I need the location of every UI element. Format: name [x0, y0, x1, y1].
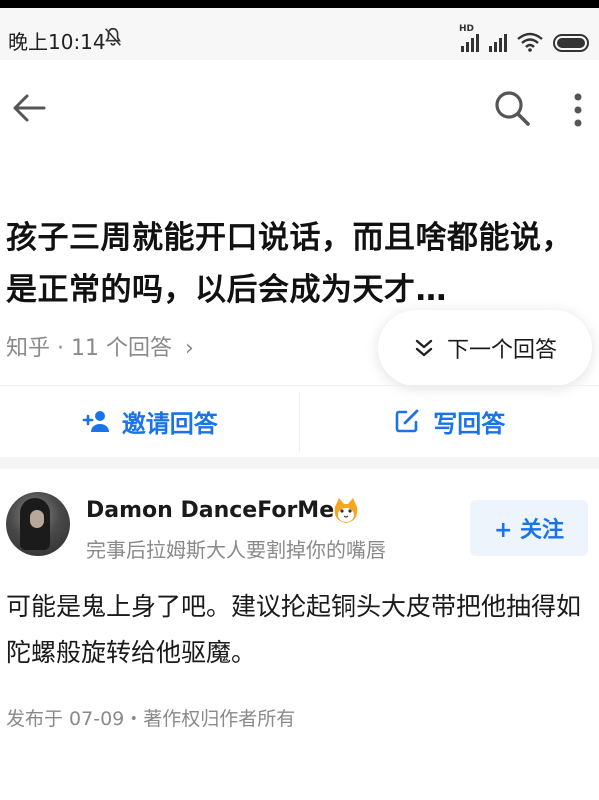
cat-badge-icon	[334, 498, 358, 523]
answer-content[interactable]: 可能是鬼上身了吧。建议抡起铜头大皮带把他抽得如陀螺般旋转给他驱魔。	[6, 584, 591, 676]
back-arrow-icon[interactable]	[10, 88, 50, 128]
more-vertical-icon[interactable]	[560, 90, 596, 130]
search-icon[interactable]	[492, 88, 532, 128]
next-answer-label: 下一个回答	[446, 338, 557, 363]
write-answer-button[interactable]: 写回答	[300, 385, 599, 457]
edit-icon	[395, 409, 419, 433]
section-gap	[0, 457, 599, 469]
invite-answer-button[interactable]: 邀请回答	[0, 385, 300, 457]
status-time: 晚上10:14	[8, 30, 106, 54]
author-bio: 完事后拉姆斯大人要割掉你的嘴唇	[86, 538, 386, 562]
wifi-icon	[517, 32, 543, 52]
signal-icon	[489, 34, 507, 52]
avatar[interactable]	[6, 492, 70, 556]
hd-label: HD	[459, 24, 475, 34]
question-meta[interactable]: 知乎 · 11 个回答 ›	[6, 330, 194, 362]
answer-footer: 发布于 07-09・著作权归作者所有	[6, 708, 296, 730]
write-answer-label: 写回答	[433, 409, 506, 438]
question-meta-text: 知乎 · 11 个回答	[6, 336, 172, 361]
top-bar	[0, 60, 599, 160]
next-answer-button[interactable]: 下一个回答	[378, 310, 592, 386]
author-name[interactable]: Damon DanceForMe	[86, 498, 334, 523]
status-bar: 晚上10:14 HD	[0, 0, 599, 60]
action-divider	[299, 392, 300, 452]
add-person-icon	[82, 411, 109, 432]
status-icons: HD	[459, 24, 589, 52]
double-chevron-down-icon	[415, 339, 433, 357]
chevron-right-icon: ›	[184, 336, 194, 361]
follow-button[interactable]: + 关注	[470, 500, 588, 556]
signal-icon: HD	[459, 24, 479, 52]
question-title[interactable]: 孩子三周就能开口说话，而且啥都能说，是正常的吗，以后会成为天才…	[6, 212, 586, 316]
bell-mute-icon	[105, 27, 121, 46]
battery-icon	[553, 34, 589, 52]
invite-answer-label: 邀请回答	[121, 409, 218, 438]
